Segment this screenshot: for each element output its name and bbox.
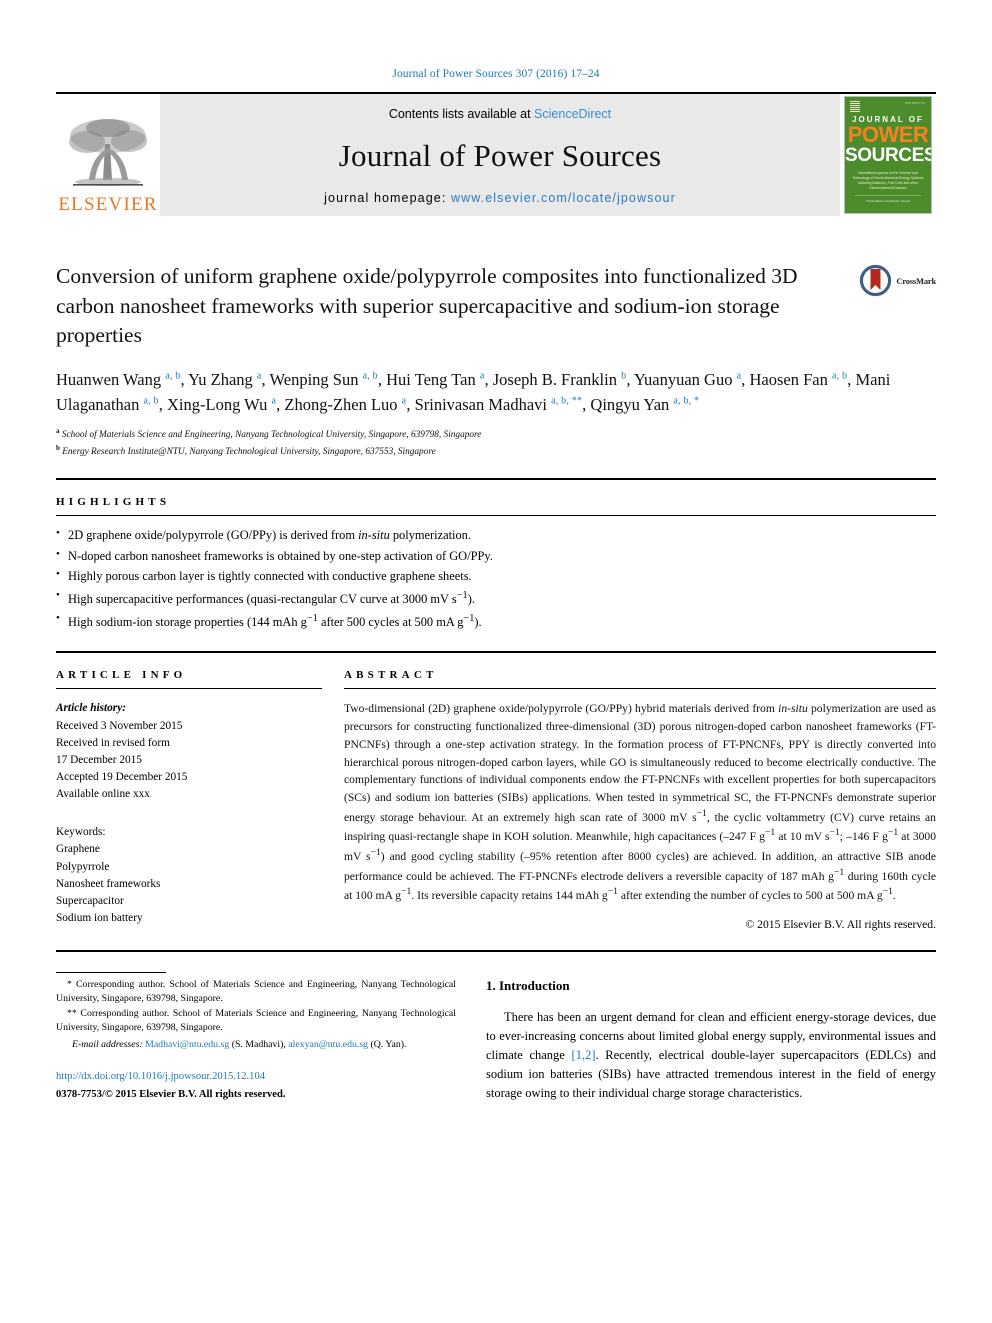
article-content: Conversion of uniform graphene oxide/pol… bbox=[56, 262, 936, 1103]
email-link-yan[interactable]: alexyan@ntu.edu.sg bbox=[288, 1039, 368, 1050]
divider-below-abstract-heading bbox=[344, 688, 936, 690]
crossmark-badge[interactable]: CrossMark bbox=[859, 262, 936, 297]
introduction-heading: 1. Introduction bbox=[486, 977, 570, 993]
article-history-label: Article history: bbox=[56, 702, 126, 715]
cover-issn-text: ISSN 0378-7753 bbox=[904, 102, 925, 105]
divider-below-article-info-heading bbox=[56, 688, 322, 690]
divider-below-abstract bbox=[56, 949, 936, 952]
footnotes-column: * Corresponding author. School of Materi… bbox=[56, 971, 486, 1104]
email-link-madhavi[interactable]: Madhavi@ntu.edu.sg bbox=[145, 1039, 229, 1050]
article-info-heading: ARTICLE INFO bbox=[56, 669, 187, 682]
doi-link[interactable]: http://dx.doi.org/10.1016/j.jpowsour.201… bbox=[56, 1069, 456, 1085]
article-info-column: ARTICLE INFO Article history: Received 3… bbox=[56, 653, 344, 930]
info-abstract-section: ARTICLE INFO Article history: Received 3… bbox=[56, 653, 937, 931]
journal-homepage-line: journal homepage: www.elsevier.com/locat… bbox=[324, 191, 676, 205]
author-list: Huanwen Wang a, b, Yu Zhang a, Wenping S… bbox=[56, 369, 891, 415]
affiliation-list: a School of Materials Science and Engine… bbox=[56, 426, 936, 459]
corresponding-author-note-2: ** Corresponding author. School of Mater… bbox=[56, 1007, 456, 1035]
footnotes-block: * Corresponding author. School of Materi… bbox=[56, 971, 456, 1104]
cover-subtitle: International journal on the Science and… bbox=[852, 171, 924, 191]
keyword-item: Supercapacitor bbox=[56, 894, 124, 907]
crossmark-icon bbox=[859, 264, 892, 297]
affiliation-b-text: Energy Research Institute@NTU, Nanyang T… bbox=[62, 446, 436, 457]
keyword-item: Polypyrrole bbox=[56, 860, 110, 873]
history-line: Accepted 19 December 2015 bbox=[56, 770, 188, 783]
highlight-item: High sodium-ion storage properties (144 … bbox=[56, 609, 936, 633]
homepage-prefix: journal homepage: bbox=[324, 191, 451, 205]
journal-banner: Contents lists available at ScienceDirec… bbox=[160, 94, 840, 216]
article-history-block: Article history: Received 3 November 201… bbox=[56, 700, 322, 803]
highlight-item: 2D graphene oxide/polypyrrole (GO/PPy) i… bbox=[56, 524, 936, 546]
email-addresses-line: E-mail addresses: Madhavi@ntu.edu.sg (S.… bbox=[56, 1038, 456, 1052]
elsevier-logo: ELSEVIER bbox=[56, 94, 160, 216]
abstract-text: Two-dimensional (2D) graphene oxide/poly… bbox=[344, 702, 937, 902]
bottom-columns: * Corresponding author. School of Materi… bbox=[56, 971, 936, 1104]
cover-footer: ScienceDirect An Elsevier Journal bbox=[855, 194, 921, 204]
footnote-divider bbox=[56, 971, 166, 973]
keyword-item: Graphene bbox=[56, 843, 100, 856]
footnote-2-mark: ** bbox=[67, 1007, 77, 1019]
email-label: E-mail addresses: bbox=[72, 1039, 143, 1051]
page-title: Conversion of uniform graphene oxide/pol… bbox=[56, 264, 798, 348]
elsevier-wordmark: ELSEVIER bbox=[58, 194, 158, 215]
journal-masthead: ELSEVIER Contents lists available at Sci… bbox=[56, 92, 936, 216]
abstract-heading: ABSTRACT bbox=[344, 669, 438, 682]
affiliation-b: b Energy Research Institute@NTU, Nanyang… bbox=[56, 443, 936, 460]
journal-cover-image: ISSN 0378-7753 JOURNAL OF POWER SOURCES … bbox=[844, 96, 932, 214]
affiliation-a-mark: a bbox=[56, 427, 60, 436]
highlight-item: High supercapacitive performances (quasi… bbox=[56, 586, 936, 610]
highlight-item: Highly porous carbon layer is tightly co… bbox=[56, 565, 936, 587]
journal-cover-container: ISSN 0378-7753 JOURNAL OF POWER SOURCES … bbox=[840, 94, 936, 216]
keywords-block: Keywords: Graphene Polypyrrole Nanosheet… bbox=[56, 824, 322, 927]
introduction-column: 1. Introduction There has been an urgent… bbox=[486, 978, 936, 1104]
sciencedirect-link[interactable]: ScienceDirect bbox=[534, 107, 611, 121]
footnote-2-text: Corresponding author. School of Material… bbox=[56, 1007, 456, 1034]
email-owner-yan: (Q. Yan). bbox=[370, 1039, 407, 1051]
email-owner-madhavi: (S. Madhavi), bbox=[231, 1039, 286, 1051]
article-page: Journal of Power Sources 307 (2016) 17–2… bbox=[0, 0, 992, 1323]
affiliation-b-mark: b bbox=[56, 443, 60, 452]
cover-line-power: POWER bbox=[847, 122, 929, 147]
title-row: Conversion of uniform graphene oxide/pol… bbox=[56, 262, 936, 351]
history-line: 17 December 2015 bbox=[56, 753, 142, 766]
cover-line-sources: SOURCES bbox=[845, 145, 932, 166]
contents-prefix: Contents lists available at bbox=[388, 107, 535, 121]
highlights-list: 2D graphene oxide/polypyrrole (GO/PPy) i… bbox=[56, 524, 936, 633]
highlights-heading: HIGHLIGHTS bbox=[56, 496, 171, 509]
journal-title: Journal of Power Sources bbox=[338, 138, 662, 173]
highlight-item: N-doped carbon nanosheet frameworks is o… bbox=[56, 545, 936, 567]
elsevier-tree-icon bbox=[69, 119, 147, 186]
footnote-1-mark: * bbox=[67, 978, 72, 990]
divider-below-highlights-heading bbox=[56, 515, 936, 517]
history-line: Available online xxx bbox=[56, 788, 150, 801]
history-line: Received 3 November 2015 bbox=[56, 719, 183, 732]
history-line: Received in revised form bbox=[56, 736, 170, 749]
issn-copyright-line: 0378-7753/© 2015 Elsevier B.V. All right… bbox=[56, 1089, 286, 1101]
abstract-copyright: © 2015 Elsevier B.V. All rights reserved… bbox=[745, 917, 936, 931]
keyword-item: Sodium ion battery bbox=[56, 912, 143, 925]
footnote-1-text: Corresponding author. School of Material… bbox=[56, 978, 456, 1004]
journal-homepage-link[interactable]: www.elsevier.com/locate/jpowsour bbox=[451, 191, 676, 205]
crossmark-label: CrossMark bbox=[896, 275, 936, 286]
divider-above-highlights bbox=[56, 478, 936, 481]
keywords-label: Keywords: bbox=[56, 826, 106, 839]
keyword-item: Nanosheet frameworks bbox=[56, 877, 161, 890]
affiliation-a-text: School of Materials Science and Engineer… bbox=[61, 430, 482, 441]
introduction-text: There has been an urgent demand for clea… bbox=[486, 1009, 936, 1101]
running-head: Journal of Power Sources 307 (2016) 17–2… bbox=[392, 68, 600, 80]
doi-block: http://dx.doi.org/10.1016/j.jpowsour.201… bbox=[56, 1069, 456, 1104]
affiliation-a: a School of Materials Science and Engine… bbox=[56, 426, 936, 443]
cover-elsevier-mark-icon bbox=[850, 101, 860, 113]
contents-available-line: Contents lists available at ScienceDirec… bbox=[389, 107, 611, 121]
abstract-column: ABSTRACT Two-dimensional (2D) graphene o… bbox=[344, 653, 937, 931]
corresponding-author-note-1: * Corresponding author. School of Materi… bbox=[56, 978, 456, 1006]
